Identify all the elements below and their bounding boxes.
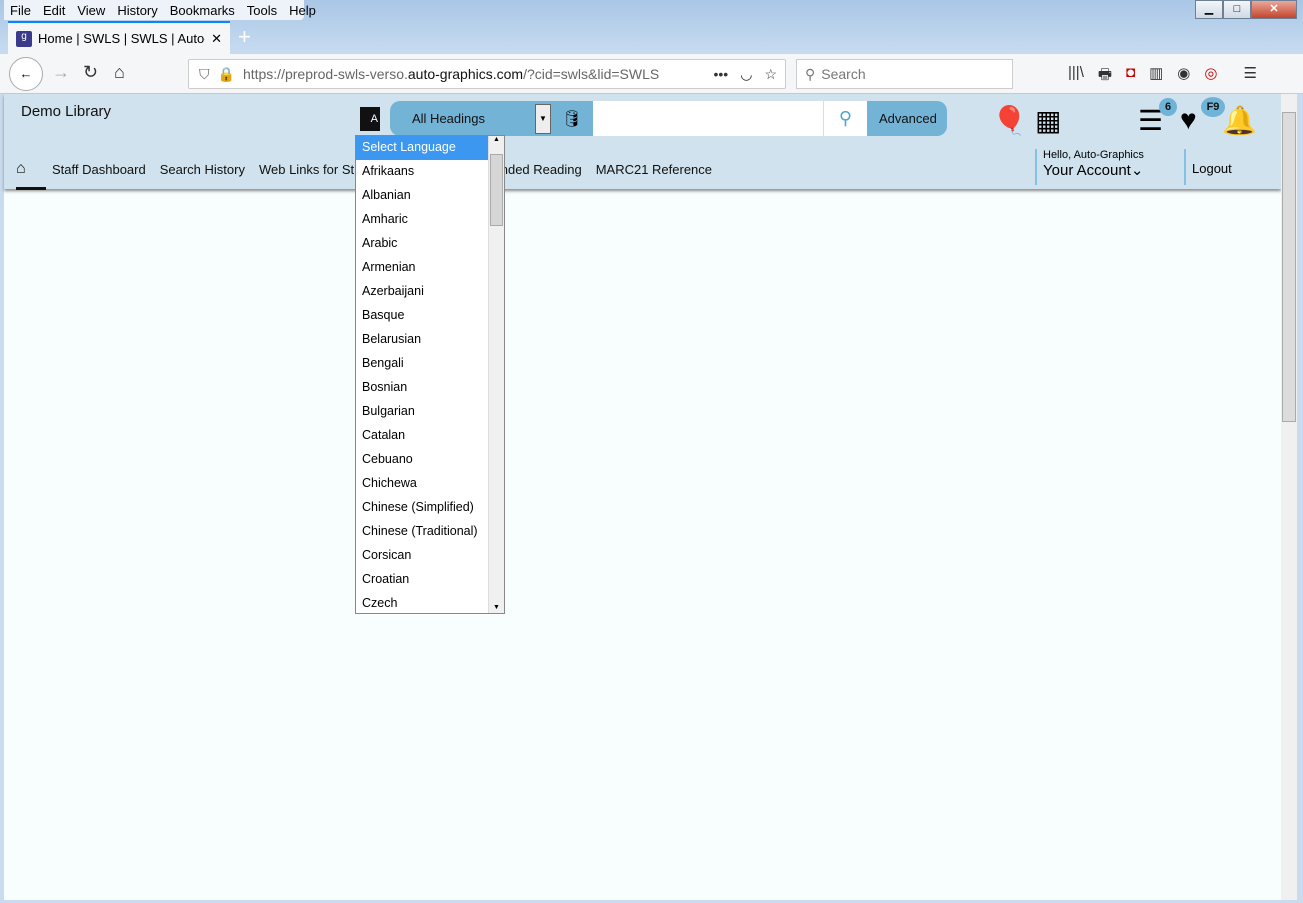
- account-label: Your Account: [1043, 162, 1131, 179]
- scroll-up-icon[interactable]: ▲: [489, 136, 504, 143]
- menu-edit[interactable]: Edit: [43, 0, 71, 20]
- reload-button[interactable]: ↻: [83, 62, 98, 83]
- greeting: Hello, Auto-Graphics: [1043, 149, 1144, 161]
- lock-icon: 🔒: [217, 65, 235, 82]
- language-option[interactable]: Chinese (Simplified): [356, 496, 489, 520]
- more-icon[interactable]: •••: [714, 66, 729, 83]
- book-search-icon[interactable]: ▦: [1035, 104, 1061, 137]
- print-icon[interactable]: 🖶: [1098, 64, 1112, 89]
- maximize-button[interactable]: □: [1223, 0, 1251, 19]
- nav-search-history[interactable]: Search History: [160, 162, 245, 177]
- language-option[interactable]: Czech: [356, 592, 489, 613]
- language-option[interactable]: Afrikaans: [356, 160, 489, 184]
- list-badge: 6: [1159, 98, 1177, 116]
- language-option[interactable]: Chichewa: [356, 472, 489, 496]
- browser-tab[interactable]: g Home | SWLS | SWLS | Auto-Graphics ✕: [8, 21, 230, 54]
- favicon-icon: g: [16, 30, 32, 47]
- nav-web-links[interactable]: Web Links for St: [259, 162, 354, 177]
- language-option[interactable]: Amharic: [356, 208, 489, 232]
- page-scrollbar-thumb[interactable]: [1282, 112, 1296, 422]
- language-option[interactable]: Catalan: [356, 424, 489, 448]
- url-prefix: https://preprod-swls-verso.: [242, 66, 408, 82]
- search-input[interactable]: [593, 101, 823, 136]
- bell-icon[interactable]: 🔔: [1222, 104, 1257, 137]
- window-controls: ▁ □ ✕: [1195, 0, 1297, 19]
- chevron-down-icon[interactable]: ▼: [535, 103, 551, 134]
- balloon-icon[interactable]: 🎈: [992, 104, 1027, 137]
- language-option[interactable]: Corsican: [356, 544, 489, 568]
- search-bar: All Headings ▼ 🛢 ⚲ Advanced: [390, 101, 947, 136]
- shield-icon: ⛉: [199, 65, 210, 82]
- language-option-selected[interactable]: Select Language: [356, 136, 489, 160]
- nav-staff-dashboard[interactable]: Staff Dashboard: [52, 162, 146, 177]
- extension2-icon[interactable]: ◎: [1204, 64, 1217, 89]
- browser-tools: |||\ 🖶 ◘ ▥ ◉ ◎ ☰: [1068, 64, 1257, 89]
- search-icon: ⚲: [805, 65, 816, 82]
- language-option[interactable]: Armenian: [356, 256, 489, 280]
- language-option[interactable]: Belarusian: [356, 328, 489, 352]
- menu-view[interactable]: View: [77, 0, 111, 20]
- language-option[interactable]: Bengali: [356, 352, 489, 376]
- database-icon[interactable]: 🛢: [551, 109, 593, 129]
- hamburger-menu-icon[interactable]: ☰: [1243, 64, 1256, 89]
- tab-title: Home | SWLS | SWLS | Auto-Graphics: [38, 31, 205, 46]
- scroll-down-icon[interactable]: ▼: [493, 604, 500, 611]
- menu-tools[interactable]: Tools: [247, 0, 283, 20]
- language-option[interactable]: Bulgarian: [356, 400, 489, 424]
- logout-link[interactable]: Logout: [1184, 149, 1232, 185]
- language-option[interactable]: Basque: [356, 304, 489, 328]
- new-tab-button[interactable]: +: [238, 24, 251, 50]
- language-option[interactable]: Bosnian: [356, 376, 489, 400]
- forward-button[interactable]: →: [52, 62, 70, 83]
- library-icon[interactable]: |||\: [1068, 64, 1084, 89]
- sidebar-icon[interactable]: ▥: [1149, 64, 1163, 89]
- pocket-icon[interactable]: ◡: [740, 66, 752, 83]
- search-placeholder: Search: [821, 66, 866, 82]
- heading-select[interactable]: All Headings: [390, 111, 535, 126]
- dropdown-scrollbar[interactable]: ▲ ▼: [488, 136, 504, 613]
- url-bar[interactable]: ⛉ 🔒 https://preprod-swls-verso.auto-grap…: [188, 59, 786, 89]
- extension-icon[interactable]: ◘: [1126, 64, 1135, 89]
- menu-bar: File Edit View History Bookmarks Tools H…: [4, 0, 316, 20]
- translate-icon[interactable]: A: [360, 107, 380, 131]
- language-option[interactable]: Albanian: [356, 184, 489, 208]
- close-window-button[interactable]: ✕: [1251, 0, 1297, 19]
- menu-file[interactable]: File: [10, 0, 37, 20]
- nav-marc21-reference[interactable]: MARC21 Reference: [596, 162, 712, 177]
- language-option[interactable]: Croatian: [356, 568, 489, 592]
- url-suffix: /?cid=swls&lid=SWLS: [523, 66, 660, 82]
- language-option[interactable]: Arabic: [356, 232, 489, 256]
- minimize-button[interactable]: ▁: [1195, 0, 1223, 19]
- home-icon[interactable]: ⌂: [16, 160, 38, 178]
- scrollbar-thumb[interactable]: [490, 154, 503, 226]
- menu-help[interactable]: Help: [289, 0, 322, 20]
- menu-bookmarks[interactable]: Bookmarks: [170, 0, 241, 20]
- library-name: Demo Library: [21, 103, 112, 120]
- page-content: [4, 94, 1281, 900]
- account-icon[interactable]: ◉: [1177, 64, 1190, 89]
- url-domain: auto-graphics.com: [407, 66, 524, 82]
- navigation-toolbar: ← → ↻ ⌂ ⛉ 🔒 https://preprod-swls-verso.a…: [0, 54, 1303, 94]
- account-menu[interactable]: Hello, Auto-Graphics Your Account⌄: [1035, 149, 1144, 185]
- home-button[interactable]: ⌂: [114, 62, 125, 83]
- advanced-search-button[interactable]: Advanced: [867, 111, 947, 126]
- language-option[interactable]: Azerbaijani: [356, 280, 489, 304]
- close-tab-icon[interactable]: ✕: [211, 31, 222, 47]
- star-icon[interactable]: ☆: [764, 66, 777, 83]
- language-option[interactable]: Chinese (Traditional): [356, 520, 489, 544]
- active-tab-indicator: [16, 187, 46, 190]
- language-dropdown-list[interactable]: Select Language Afrikaans Albanian Amharic…: [355, 135, 505, 614]
- back-button[interactable]: ←: [9, 57, 43, 91]
- chevron-down-icon: ⌄: [1130, 162, 1144, 179]
- menu-history[interactable]: History: [117, 0, 163, 20]
- browser-search-input[interactable]: ⚲ Search: [796, 59, 1013, 89]
- language-option[interactable]: Cebuano: [356, 448, 489, 472]
- search-button[interactable]: ⚲: [823, 101, 867, 136]
- heart-icon[interactable]: ♥: [1180, 104, 1197, 136]
